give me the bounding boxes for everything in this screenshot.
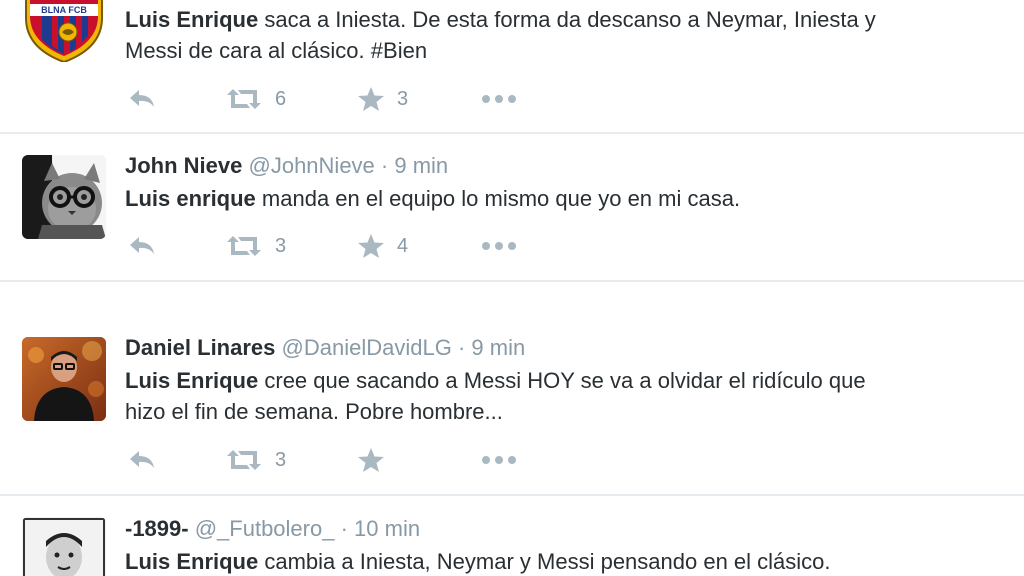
tweet-text-line2: Messi de cara al clásico. bbox=[125, 38, 371, 63]
fcb-crest-avatar[interactable]: BLNA FCB bbox=[22, 0, 106, 62]
tweet-timestamp[interactable]: 9 min bbox=[394, 153, 448, 178]
tweet-header: John Nieve @JohnNieve · 9 min bbox=[125, 152, 1004, 180]
reply-icon bbox=[130, 90, 154, 107]
more-dots-icon bbox=[482, 456, 516, 464]
retweet-count: 6 bbox=[275, 87, 287, 110]
tweet-keyword[interactable]: Luis enrique bbox=[125, 186, 256, 211]
tweet-text: Luis Enrique cambia a Iniesta, Neymar y … bbox=[125, 546, 1004, 576]
more-button[interactable] bbox=[481, 84, 517, 114]
tweet-text-line2: hizo el fin de semana. Pobre hombre... bbox=[125, 399, 503, 424]
reply-button[interactable] bbox=[127, 231, 157, 261]
tweet-text-line1: cambia a Iniesta, Neymar y Messi pensand… bbox=[258, 549, 831, 574]
retweet-icon bbox=[227, 236, 261, 256]
reply-button[interactable] bbox=[127, 445, 157, 475]
more-button[interactable] bbox=[481, 445, 517, 475]
favorite-button[interactable]: 4 bbox=[357, 231, 408, 261]
tweet-timestamp[interactable]: 9 min bbox=[471, 335, 525, 360]
reply-button[interactable] bbox=[127, 84, 157, 114]
reply-icon bbox=[130, 237, 154, 254]
retweet-button[interactable]: 3 bbox=[225, 231, 286, 261]
tweet-keyword[interactable]: Luis Enrique bbox=[125, 549, 258, 574]
favorite-button[interactable] bbox=[357, 445, 397, 475]
user-fullname[interactable]: John Nieve bbox=[125, 153, 242, 178]
star-icon bbox=[358, 87, 384, 111]
vintage-portrait-avatar-icon bbox=[22, 517, 106, 576]
tweet-timeline: BLNA FCB Luis Enrique saca a Iniesta. De… bbox=[0, 0, 1024, 576]
tweet-header: Daniel Linares @DanielDavidLG · 9 min bbox=[125, 334, 1004, 362]
retweet-icon bbox=[227, 450, 261, 470]
user-avatar[interactable] bbox=[22, 155, 106, 239]
user-handle[interactable]: @JohnNieve bbox=[249, 153, 375, 178]
cat-with-glasses-avatar-icon bbox=[22, 155, 106, 239]
man-portrait-avatar-icon bbox=[22, 337, 106, 421]
retweet-icon bbox=[227, 89, 261, 109]
user-avatar[interactable] bbox=[22, 517, 106, 576]
tweet-text: Luis Enrique saca a Iniesta. De esta for… bbox=[125, 4, 1004, 66]
tweet-text-line1: saca a Iniesta. De esta forma da descans… bbox=[258, 7, 876, 32]
retweet-count: 3 bbox=[275, 448, 287, 471]
retweet-button[interactable]: 3 bbox=[225, 445, 286, 475]
reply-icon bbox=[130, 451, 154, 468]
tweet-text: Luis Enrique cree que sacando a Messi HO… bbox=[125, 365, 1004, 427]
tweet-keyword[interactable]: Luis Enrique bbox=[125, 7, 258, 32]
hashtag-symbol[interactable]: # bbox=[371, 38, 383, 63]
retweet-button[interactable]: 6 bbox=[225, 84, 286, 114]
favorite-count: 4 bbox=[397, 234, 409, 257]
tweet-3[interactable]: Daniel Linares @DanielDavidLG · 9 min Lu… bbox=[0, 282, 1024, 494]
more-dots-icon bbox=[482, 95, 516, 103]
separator-dot: · bbox=[340, 516, 348, 541]
separator-dot: · bbox=[380, 153, 389, 178]
hashtag-link[interactable]: Bien bbox=[383, 38, 427, 63]
separator-dot: · bbox=[457, 335, 466, 360]
tweet-text-line1: manda en el equipo lo mismo que yo en mi… bbox=[255, 186, 741, 211]
user-avatar[interactable] bbox=[22, 337, 106, 421]
tweet-text-line1: cree que sacando a Messi HOY se va a olv… bbox=[258, 368, 866, 393]
more-button[interactable] bbox=[481, 231, 517, 261]
retweet-count: 3 bbox=[275, 234, 287, 257]
star-icon bbox=[358, 234, 384, 258]
star-icon bbox=[358, 448, 384, 472]
more-dots-icon bbox=[482, 242, 516, 250]
favorite-count: 3 bbox=[397, 87, 409, 110]
tweet-keyword[interactable]: Luis Enrique bbox=[125, 368, 258, 393]
tweet-1[interactable]: BLNA FCB Luis Enrique saca a Iniesta. De… bbox=[0, 0, 1024, 133]
tweet-text: Luis enrique manda en el equipo lo mismo… bbox=[125, 183, 1004, 214]
fcb-crest-icon: BLNA FCB bbox=[25, 0, 103, 62]
tweet-header: -1899- @_Futbolero_ · 10 min bbox=[125, 515, 1004, 543]
user-fullname[interactable]: Daniel Linares bbox=[125, 335, 275, 360]
user-fullname[interactable]: -1899- bbox=[125, 516, 189, 541]
tweet-4[interactable]: -1899- @_Futbolero_ · 10 min Luis Enriqu… bbox=[0, 496, 1024, 576]
tweet-2[interactable]: John Nieve @JohnNieve · 9 min Luis enriq… bbox=[0, 134, 1024, 280]
svg-text:BLNA FCB: BLNA FCB bbox=[41, 5, 87, 15]
favorite-button[interactable]: 3 bbox=[357, 84, 408, 114]
tweet-timestamp[interactable]: 10 min bbox=[354, 516, 420, 541]
user-handle[interactable]: @_Futbolero_ bbox=[195, 516, 335, 541]
user-handle[interactable]: @DanielDavidLG bbox=[282, 335, 452, 360]
